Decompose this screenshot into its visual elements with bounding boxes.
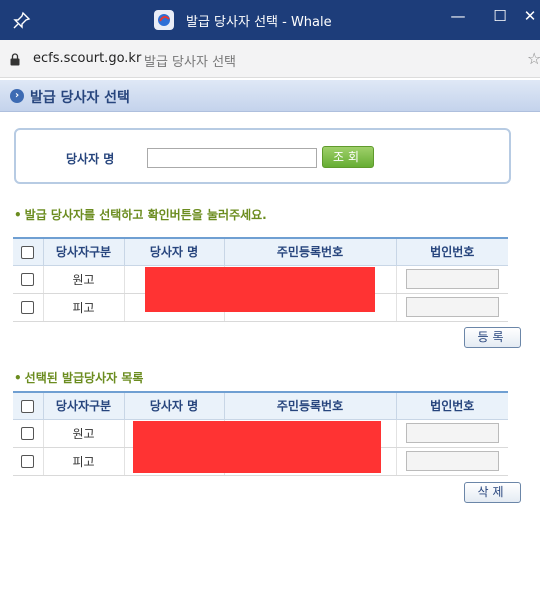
section1-title: • 발급 당사자를 선택하고 확인버튼을 눌러주세요. xyxy=(14,206,267,223)
corp-number-input[interactable] xyxy=(405,297,499,317)
url-page-title: 발급 당사자 선택 xyxy=(144,55,236,70)
column-header: 당사자구분 xyxy=(42,237,125,266)
delete-button[interactable]: 삭제 xyxy=(464,482,521,503)
party-type-cell: 원고 xyxy=(42,265,125,294)
select-all-checkbox[interactable] xyxy=(21,245,35,259)
whale-app-icon xyxy=(154,10,174,30)
section2-title-text: 선택된 발급당사자 목록 xyxy=(24,371,144,385)
lock-icon xyxy=(10,53,20,66)
column-header: 법인번호 xyxy=(395,237,508,266)
section2-title: • 선택된 발급당사자 목록 xyxy=(14,369,143,386)
corp-number-cell xyxy=(395,447,508,476)
pin-icon[interactable] xyxy=(12,10,32,30)
row-checkbox[interactable] xyxy=(21,455,35,468)
row-checkbox[interactable] xyxy=(21,273,35,286)
party-type-cell: 피고 xyxy=(42,447,125,476)
page-header: › 발급 당사자 선택 xyxy=(0,80,540,112)
redaction-block xyxy=(133,421,381,473)
page-title: 발급 당사자 선택 xyxy=(30,90,130,106)
bullet-icon: • xyxy=(14,208,22,222)
header-checkbox-cell xyxy=(13,237,44,266)
bullet-icon: • xyxy=(14,371,22,385)
party-name-input[interactable] xyxy=(147,148,317,168)
maximize-button[interactable]: ☐ xyxy=(488,4,512,28)
window-titlebar: 발급 당사자 선택 - Whale — ☐ ✕ xyxy=(0,0,540,40)
corp-number-cell xyxy=(395,293,508,322)
column-header: 당사자구분 xyxy=(42,391,125,420)
search-panel: 당사자 명 조회 xyxy=(14,128,511,184)
party-type-cell: 피고 xyxy=(42,293,125,322)
table-header-row: 당사자구분 당사자 명 주민등록번호 법인번호 xyxy=(13,237,508,266)
column-header: 법인번호 xyxy=(395,391,508,420)
party-type-cell: 원고 xyxy=(42,419,125,448)
row-checkbox[interactable] xyxy=(21,301,35,314)
url-domain[interactable]: ecfs.scourt.go.kr xyxy=(33,51,141,66)
section1-title-text: 발급 당사자를 선택하고 확인버튼을 눌러주세요. xyxy=(24,208,267,222)
close-button[interactable]: ✕ xyxy=(518,4,540,28)
corp-number-input[interactable] xyxy=(405,423,499,443)
search-button[interactable]: 조회 xyxy=(322,146,374,168)
corp-number-input[interactable] xyxy=(405,269,499,289)
row-checkbox[interactable] xyxy=(21,427,35,440)
column-header: 당사자 명 xyxy=(123,237,225,266)
window-title: 발급 당사자 선택 - Whale xyxy=(186,15,332,30)
select-all-checkbox[interactable] xyxy=(21,399,35,413)
chevron-circle-icon: › xyxy=(10,89,24,103)
minimize-button[interactable]: — xyxy=(446,4,470,28)
corp-number-input[interactable] xyxy=(405,451,499,471)
redaction-block xyxy=(145,267,375,312)
address-bar: ecfs.scourt.go.kr 발급 당사자 선택 ☆ xyxy=(0,40,540,78)
register-button[interactable]: 등록 xyxy=(464,327,521,348)
corp-number-cell xyxy=(395,419,508,448)
party-name-label: 당사자 명 xyxy=(66,152,115,166)
bookmark-star-icon[interactable]: ☆ xyxy=(527,49,540,68)
column-header: 주민등록번호 xyxy=(223,237,397,266)
column-header: 주민등록번호 xyxy=(223,391,397,420)
table-header-row: 당사자구분 당사자 명 주민등록번호 법인번호 xyxy=(13,391,508,420)
corp-number-cell xyxy=(395,265,508,294)
column-header: 당사자 명 xyxy=(123,391,225,420)
header-checkbox-cell xyxy=(13,391,44,420)
